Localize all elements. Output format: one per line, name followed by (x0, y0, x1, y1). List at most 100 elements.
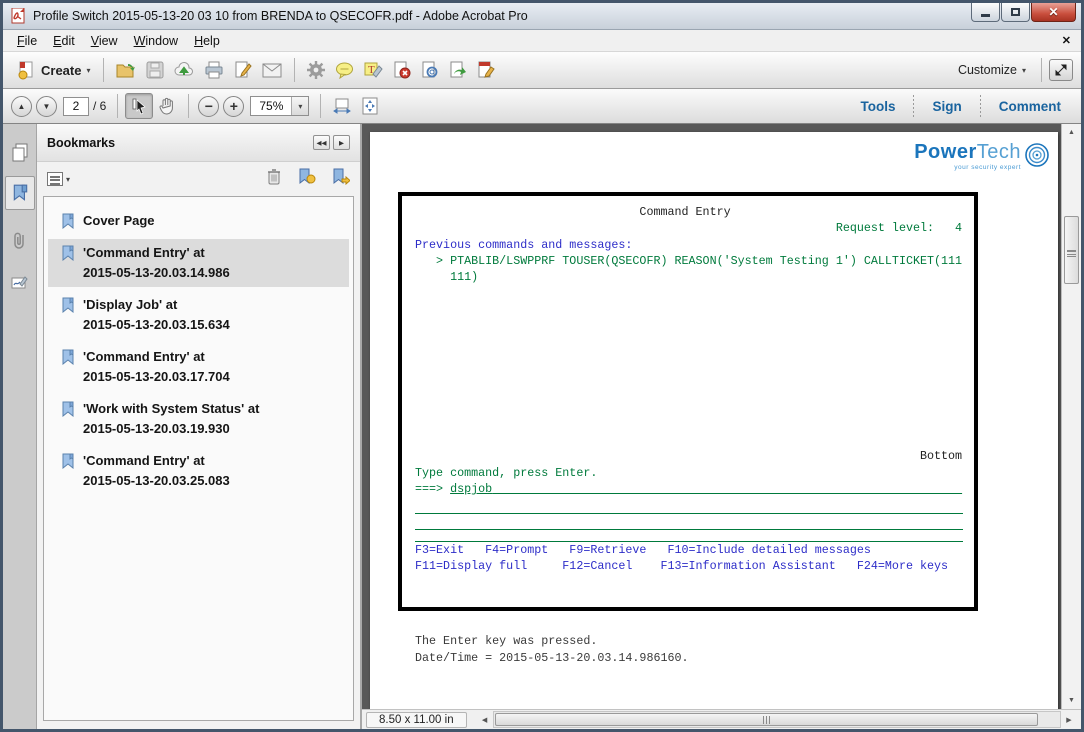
cloud-upload-icon (174, 61, 194, 79)
maximize-icon (1011, 8, 1020, 16)
bookmarks-tab-icon (13, 184, 28, 202)
minimize-button[interactable] (971, 3, 1000, 22)
minimize-icon (981, 14, 990, 17)
menu-item[interactable]: View (83, 32, 126, 50)
bookmark-flag-icon (62, 297, 75, 313)
bookmark-item[interactable]: 'Command Entry' at 2015-05-13-20.03.25.0… (48, 447, 349, 495)
fit-width-button[interactable] (328, 93, 356, 119)
scroll-up-button[interactable]: ▲ (1062, 124, 1081, 141)
bookmarks-list: Cover Page 'Command Entry' at 2015-05-13… (43, 196, 354, 721)
preferences-button[interactable] (302, 57, 330, 83)
send-file-button[interactable] (444, 57, 472, 83)
tools-panel-button[interactable]: Tools (846, 99, 909, 114)
status-bar: 8.50 x 11.00 in ◀ ▶ (362, 709, 1081, 729)
scroll-down-button[interactable]: ▼ (1062, 692, 1081, 709)
share-upload-button[interactable] (169, 57, 199, 83)
document-search-icon (421, 61, 439, 79)
document-processing-button[interactable] (416, 57, 444, 83)
document-footer-text: The Enter key was pressed.Date/Time = 20… (415, 633, 1058, 667)
menu-item[interactable]: Window (126, 32, 186, 50)
window-title: Profile Switch 2015-05-13-20 03 10 from … (33, 9, 528, 23)
collapse-panel-button[interactable]: ◀◀ (313, 135, 330, 150)
bookmark-item[interactable]: 'Command Entry' at 2015-05-13-20.03.17.7… (48, 343, 349, 391)
email-button[interactable] (257, 57, 287, 83)
create-button[interactable]: Create ▾ (11, 57, 96, 83)
bookmark-label: 'Work with System Status' at (83, 399, 259, 419)
delete-pages-button[interactable] (388, 57, 416, 83)
previous-page-button[interactable]: ▲ (11, 96, 32, 117)
expand-panel-button[interactable]: ▶ (333, 135, 350, 150)
toolbar-separator (1041, 58, 1042, 82)
bookmarks-panel: Bookmarks ◀◀ ▶ ▾ (37, 124, 362, 729)
fullscreen-button[interactable] (1049, 59, 1073, 81)
zoom-in-icon: + (230, 98, 238, 114)
menu-item[interactable]: File (9, 32, 45, 50)
scroll-right-button[interactable]: ▶ (1061, 711, 1077, 728)
close-button[interactable]: ✕ (1031, 3, 1076, 22)
bookmarks-title: Bookmarks (47, 136, 310, 150)
hand-icon (159, 97, 175, 115)
fit-page-button[interactable] (356, 93, 384, 119)
tab-bookmarks[interactable] (5, 176, 35, 210)
highlight-text-button[interactable]: T (359, 57, 388, 83)
next-page-button[interactable]: ▼ (36, 96, 57, 117)
bookmark-options-button[interactable] (332, 168, 350, 190)
scroll-left-icon: ◀ (482, 716, 487, 724)
tab-signatures[interactable] (5, 266, 35, 300)
bookmark-timestamp: 2015-05-13-20.03.15.634 (83, 315, 230, 335)
tab-attachments[interactable] (5, 224, 35, 258)
bookmark-label: 'Command Entry' at (83, 451, 230, 471)
zoom-in-button[interactable]: + (223, 96, 244, 117)
fit-width-icon (333, 98, 351, 114)
vertical-scroll-thumb[interactable] (1064, 216, 1079, 284)
edit-form-button[interactable] (472, 57, 500, 83)
delete-bookmark-button[interactable] (266, 168, 282, 190)
select-cursor-icon (131, 97, 147, 115)
comment-button[interactable] (330, 57, 359, 83)
zoom-level-select[interactable]: 75% ▾ (250, 96, 309, 116)
form-pencil-icon (477, 61, 495, 79)
horizontal-scroll-track[interactable] (493, 711, 1061, 728)
bookmark-flag-icon (62, 213, 75, 229)
scroll-up-icon: ▲ (1068, 129, 1075, 136)
maximize-button[interactable] (1001, 3, 1030, 22)
navigation-pane-tabs (3, 124, 37, 729)
bookmarks-toolbar: ▾ (37, 162, 360, 196)
save-button[interactable] (141, 57, 169, 83)
menubar-close-button[interactable]: ✕ (1062, 34, 1071, 47)
bookmark-label: 'Display Job' at (83, 295, 230, 315)
horizontal-scroll-thumb[interactable] (495, 713, 1039, 726)
customize-button[interactable]: Customize ▾ (950, 63, 1034, 77)
gear-icon (307, 61, 325, 79)
menu-item[interactable]: Edit (45, 32, 83, 50)
menu-item[interactable]: Help (186, 32, 228, 50)
fit-page-icon (361, 97, 379, 115)
horizontal-scrollbar[interactable]: ◀ ▶ (477, 711, 1077, 728)
print-button[interactable] (199, 57, 229, 83)
bookmark-item[interactable]: 'Display Job' at 2015-05-13-20.03.15.634 (48, 291, 349, 339)
page-number-input[interactable]: 2 (63, 97, 89, 116)
sign-document-button[interactable] (229, 57, 257, 83)
expand-one-icon: ▶ (339, 139, 344, 147)
email-envelope-icon (262, 63, 282, 78)
close-icon: ✕ (1048, 5, 1058, 19)
comment-panel-button[interactable]: Comment (985, 99, 1075, 114)
bookmark-item[interactable]: Cover Page (48, 207, 349, 235)
bookmarks-options-button[interactable]: ▾ (47, 172, 70, 186)
bookmark-item[interactable]: 'Command Entry' at 2015-05-13-20.03.14.9… (48, 239, 349, 287)
vertical-scrollbar[interactable]: ▲ ▼ (1061, 124, 1081, 709)
terminal-screen: Command Entry Request level: 4Previous c… (398, 192, 978, 611)
select-tool-button[interactable] (125, 93, 153, 119)
tab-page-thumbnails[interactable] (5, 136, 35, 170)
bookmark-item[interactable]: 'Work with System Status' at 2015-05-13-… (48, 395, 349, 443)
scroll-left-button[interactable]: ◀ (477, 711, 493, 728)
caret-down-icon: ▾ (1022, 66, 1026, 75)
zoom-out-button[interactable]: − (198, 96, 219, 117)
new-bookmark-button[interactable] (298, 168, 316, 190)
hand-tool-button[interactable] (153, 93, 181, 119)
zoom-dropdown-button[interactable]: ▾ (291, 97, 308, 115)
open-file-button[interactable] (111, 57, 141, 83)
caret-down-icon: ▾ (298, 102, 302, 111)
sign-panel-button[interactable]: Sign (918, 99, 975, 114)
bookmark-timestamp: 2015-05-13-20.03.19.930 (83, 419, 259, 439)
